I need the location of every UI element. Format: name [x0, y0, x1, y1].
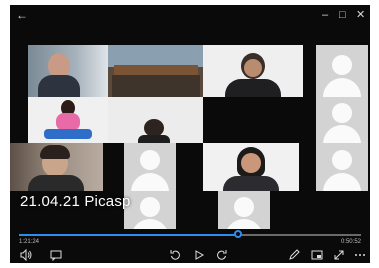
remaining-time: 0:50:52	[340, 239, 361, 245]
avatar-head	[140, 197, 160, 217]
participant-tile	[10, 143, 103, 191]
skip-back-icon[interactable]	[168, 248, 182, 262]
video-title: 21.04.21 Picasp	[20, 193, 131, 210]
participant-video	[112, 75, 200, 97]
video-player-window: ← – □ ✕ 21.04.21 Picasp 1:21:24 0:50:52	[10, 5, 370, 263]
participant-placeholder	[218, 191, 270, 229]
avatar-head	[140, 150, 160, 170]
back-icon[interactable]: ←	[16, 8, 28, 22]
avatar-head	[332, 55, 352, 75]
seek-bar-thumb[interactable]	[233, 230, 242, 238]
seek-bar[interactable]	[19, 230, 361, 238]
participant-tile	[108, 45, 203, 97]
close-button[interactable]: ✕	[356, 8, 365, 22]
participant-body	[225, 79, 281, 97]
more-icon[interactable]	[353, 248, 367, 262]
pen-icon[interactable]	[287, 248, 301, 262]
participant-tile	[28, 97, 108, 143]
avatar-body	[323, 173, 361, 191]
participant-body	[223, 176, 279, 191]
playback-controls	[10, 248, 370, 262]
participant-body	[28, 175, 84, 191]
participant-placeholder	[316, 97, 368, 143]
elapsed-time: 1:21:24	[19, 239, 40, 245]
avatar-body	[225, 219, 263, 229]
participant-body	[138, 135, 170, 143]
play-icon[interactable]	[192, 248, 206, 262]
participant-face	[241, 153, 261, 173]
fullscreen-icon[interactable]	[332, 248, 346, 262]
avatar-body	[131, 173, 169, 191]
participant-body	[38, 75, 80, 97]
participant-seat	[44, 129, 92, 139]
maximize-button[interactable]: □	[339, 8, 346, 22]
participant-hair	[40, 145, 70, 159]
participant-video	[114, 65, 198, 75]
avatar-body	[131, 219, 169, 229]
participant-tile	[28, 45, 108, 97]
participant-tile	[203, 45, 303, 97]
mini-view-icon[interactable]	[310, 248, 324, 262]
participant-placeholder	[124, 143, 176, 191]
avatar-head	[234, 197, 254, 217]
participant-placeholder	[316, 45, 368, 97]
participant-placeholder	[124, 191, 176, 229]
participant-video	[108, 45, 203, 67]
subtitles-icon[interactable]	[49, 248, 63, 262]
avatar-head	[332, 150, 352, 170]
avatar-body	[323, 78, 361, 97]
avatar-head	[332, 103, 352, 123]
seek-bar-progress	[19, 234, 238, 236]
participant-face	[244, 59, 262, 77]
title-bar: ← – □ ✕	[10, 5, 370, 25]
avatar-body	[323, 125, 361, 143]
minimize-button[interactable]: –	[322, 8, 328, 22]
skip-forward-icon[interactable]	[215, 248, 229, 262]
participant-placeholder	[316, 143, 368, 191]
participant-tile	[203, 143, 299, 191]
participant-tile	[108, 97, 203, 143]
volume-icon[interactable]	[19, 248, 33, 262]
